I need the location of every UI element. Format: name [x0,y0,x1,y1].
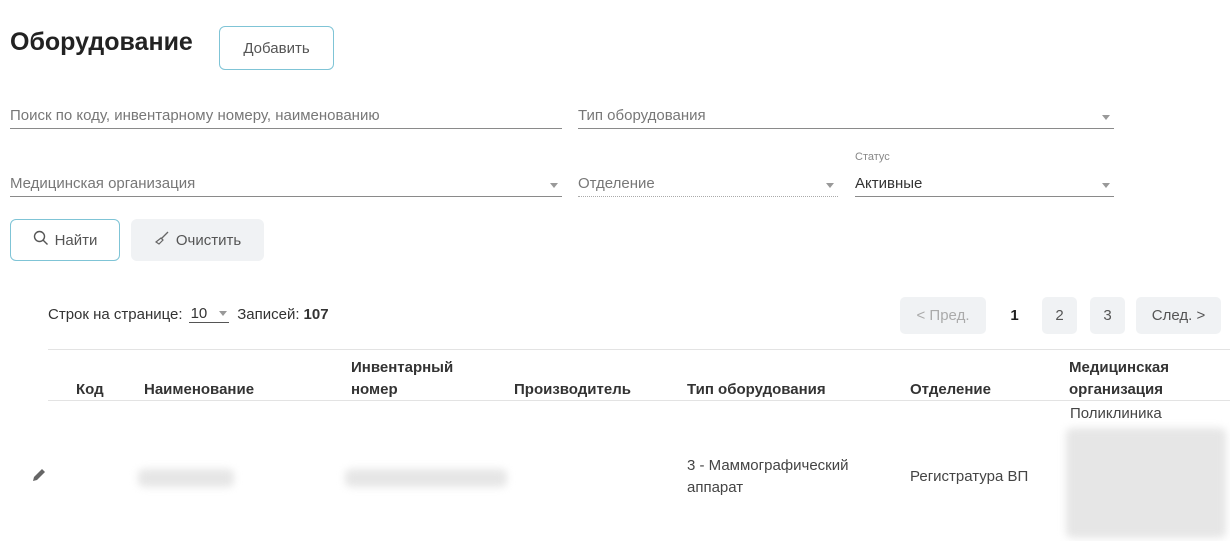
chevron-down-icon [550,183,558,188]
column-header-med-org-line1: Медицинская [1069,359,1170,376]
column-header-name: Наименование [144,381,255,398]
med-org-placeholder: Медицинская организация [10,175,196,192]
column-header-med-org-line2: организация [1069,381,1163,398]
page-button-3[interactable]: 3 [1090,297,1125,334]
status-label: Статус [855,151,890,163]
add-button[interactable]: Добавить [219,26,334,70]
rows-per-page-select[interactable]: 10 [188,305,230,323]
department-cell: Регистратура ВП [910,468,1029,485]
records-label: Записей: [237,305,300,323]
column-header-inventory-line1: Инвентарный [351,359,454,376]
chevron-down-icon [219,311,228,316]
column-header-department: Отделение [910,381,991,398]
search-icon [33,230,49,250]
column-header-inventory-line2: номер [351,381,398,398]
rows-per-page-control: Строк на странице: 10 Записей: 107 [48,305,329,323]
department-placeholder: Отделение [578,175,655,192]
equipment-type-select[interactable]: Тип оборудования [578,103,1114,129]
column-header-code: Код [76,381,104,398]
prev-page-button[interactable]: < Пред. [900,297,986,334]
table-top-divider [48,349,1230,350]
column-header-manufacturer: Производитель [514,381,631,398]
records-count: 107 [303,305,329,323]
blurred-inventory-value [345,469,507,487]
equipment-type-placeholder: Тип оборудования [578,107,706,124]
chevron-down-icon [1102,183,1110,188]
column-header-med-org: Медицинская организация [1069,357,1169,401]
status-value: Активные [855,175,923,192]
blurred-name-value [138,469,234,487]
rows-label: Строк на странице: [48,305,183,323]
med-org-select[interactable]: Медицинская организация [10,171,562,197]
broom-icon [154,230,170,250]
edit-icon[interactable] [30,466,48,489]
chevron-down-icon [826,183,834,188]
status-select[interactable]: Статус Активные [855,151,1114,197]
search-input[interactable]: Поиск по коду, инвентарному номеру, наим… [10,103,562,129]
blurred-med-org-value [1066,428,1226,538]
med-org-cell: Поликлиника [1070,405,1162,422]
next-page-button[interactable]: След. > [1136,297,1221,334]
column-header-inventory: Инвентарный номер [351,357,453,401]
clear-label: Очистить [175,231,242,249]
find-label: Найти [54,231,98,249]
equipment-type-cell: 3 - Маммографический аппарат [687,457,849,496]
department-select[interactable]: Отделение [578,171,838,197]
page-button-2[interactable]: 2 [1042,297,1077,334]
clear-button[interactable]: Очистить [131,219,264,261]
find-button[interactable]: Найти [10,219,120,261]
search-placeholder: Поиск по коду, инвентарному номеру, наим… [10,107,380,124]
table-header-divider [48,400,1230,401]
page-button-1[interactable]: 1 [997,297,1032,334]
rows-value: 10 [190,305,208,322]
chevron-down-icon [1102,115,1110,120]
page-title: Оборудование [10,28,193,56]
column-header-equipment-type: Тип оборудования [687,381,826,398]
